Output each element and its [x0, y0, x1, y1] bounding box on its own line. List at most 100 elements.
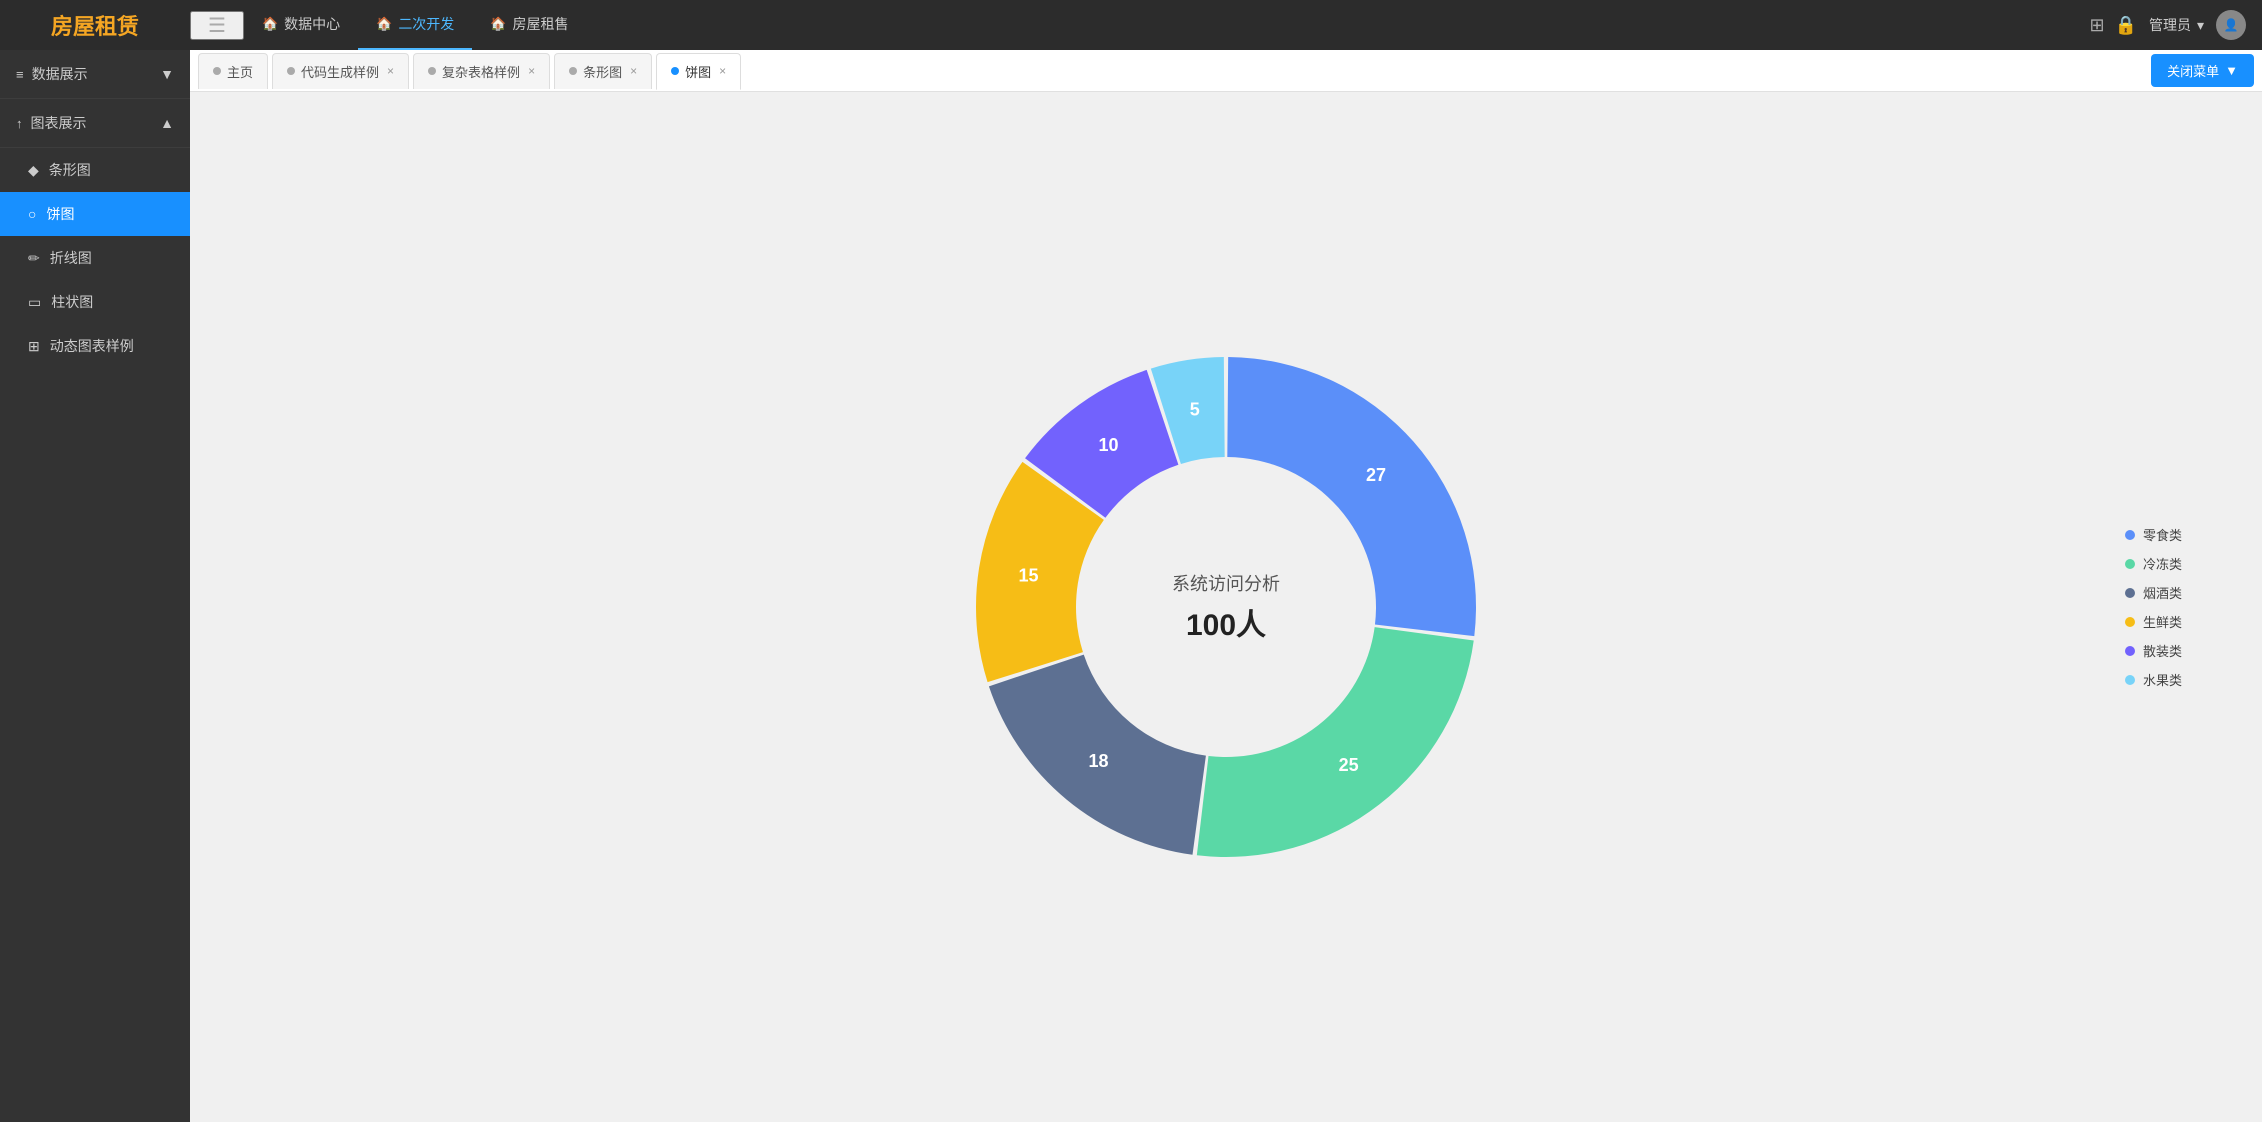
legend-item-3: 生鲜类	[2125, 612, 2182, 631]
legend-label-1: 冷冻类	[2143, 554, 2182, 573]
tab-item-code-gen[interactable]: 代码生成样例 ×	[272, 53, 409, 89]
top-nav-tab-data-center[interactable]: 🏠 数据中心	[244, 0, 358, 50]
nav-tab-label-house-rent: 房屋租售	[513, 14, 569, 34]
legend-label-5: 水果类	[2143, 670, 2182, 689]
tab-close-complex-table[interactable]: ×	[528, 64, 535, 78]
sidebar: ≡ 数据展示 ▼ ↑ 图表展示 ▲ ◆ 条形图 ○ 饼图 ✏ 折线图 ▭ 柱状图…	[0, 50, 190, 1122]
tab-item-complex-table[interactable]: 复杂表格样例 ×	[413, 53, 550, 89]
sidebar-group-label-text-chart-display: 图表展示	[31, 113, 87, 133]
top-icons: ⊞ 🔒	[2089, 15, 2137, 36]
tab-label-home: 主页	[227, 62, 253, 81]
top-nav-tab-house-rent[interactable]: 🏠 房屋租售	[472, 0, 586, 50]
donut-label-2: 18	[1088, 751, 1108, 771]
donut-label-4: 10	[1098, 435, 1118, 455]
sidebar-item-icon-bar-chart2: ▭	[28, 294, 41, 311]
tab-dot-home	[213, 67, 221, 75]
tab-close-bar-chart[interactable]: ×	[630, 64, 637, 78]
top-nav: 房屋租赁 ☰ 🏠 数据中心 🏠 二次开发 🏠 房屋租售 ⊞ 🔒 管理员 ▾ 👤	[0, 0, 2262, 50]
nav-tab-label-data-center: 数据中心	[284, 14, 340, 34]
tab-dot-pie-chart	[671, 67, 679, 75]
legend-dot-5	[2125, 675, 2135, 685]
legend-item-1: 冷冻类	[2125, 554, 2182, 573]
nav-tab-label-second-dev: 二次开发	[398, 14, 454, 34]
sidebar-item-dynamic-chart[interactable]: ⊞ 动态图表样例	[0, 324, 190, 368]
tab-label-code-gen: 代码生成样例	[301, 62, 379, 81]
sidebar-item-icon-dynamic-chart: ⊞	[28, 338, 40, 355]
sidebar-group-data-display[interactable]: ≡ 数据展示 ▼	[0, 50, 190, 99]
nav-tab-icon-second-dev: 🏠	[376, 16, 392, 32]
hamburger-button[interactable]: ☰	[190, 11, 244, 40]
sidebar-group-chart-display[interactable]: ↑ 图表展示 ▲	[0, 99, 190, 148]
top-nav-tab-second-dev[interactable]: 🏠 二次开发	[358, 0, 472, 50]
tab-item-home[interactable]: 主页	[198, 53, 268, 89]
legend-label-2: 烟酒类	[2143, 583, 2182, 602]
sidebar-group-arrow-data-display: ▼	[160, 66, 174, 82]
sidebar-item-bar-chart2[interactable]: ▭ 柱状图	[0, 280, 190, 324]
donut-label-3: 15	[1018, 566, 1038, 586]
sidebar-group-label-text-data-display: 数据展示	[32, 64, 88, 84]
sidebar-item-bar-chart[interactable]: ◆ 条形图	[0, 148, 190, 192]
chart-legend: 零食类 冷冻类 烟酒类 生鲜类 散装类 水果类	[2125, 525, 2182, 689]
sidebar-item-icon-line-chart: ✏	[28, 250, 40, 267]
tab-close-pie-chart[interactable]: ×	[719, 64, 726, 78]
sidebar-group-icon-data-display: ≡	[16, 67, 24, 82]
nav-tab-icon-data-center: 🏠	[262, 16, 278, 32]
legend-dot-1	[2125, 559, 2135, 569]
admin-arrow-icon: ▾	[2197, 17, 2204, 34]
sidebar-group-arrow-chart-display: ▲	[160, 115, 174, 131]
sidebar-item-label-dynamic-chart: 动态图表样例	[50, 336, 134, 356]
sidebar-item-icon-pie-chart: ○	[28, 206, 36, 222]
sidebar-group-icon-chart-display: ↑	[16, 116, 23, 131]
donut-segment-1	[1197, 627, 1474, 857]
sidebar-item-label-bar-chart: 条形图	[49, 160, 91, 180]
admin-button[interactable]: 管理员 ▾	[2149, 15, 2204, 35]
sidebar-item-icon-bar-chart: ◆	[28, 162, 39, 179]
legend-dot-0	[2125, 530, 2135, 540]
tab-close-code-gen[interactable]: ×	[387, 64, 394, 78]
logo-text: 房屋租赁	[51, 9, 139, 41]
legend-label-3: 生鲜类	[2143, 612, 2182, 631]
chart-container: 27251815105 系统访问分析 100人	[946, 327, 1506, 887]
tab-label-pie-chart: 饼图	[685, 62, 711, 81]
donut-label-5: 5	[1190, 399, 1200, 419]
top-nav-tabs: 🏠 数据中心 🏠 二次开发 🏠 房屋租售	[244, 0, 2090, 50]
legend-dot-3	[2125, 617, 2135, 627]
donut-label-0: 27	[1366, 465, 1386, 485]
tab-dot-bar-chart	[569, 67, 577, 75]
logo-area: 房屋租赁	[0, 0, 190, 50]
tabs-bar: 主页 代码生成样例 × 复杂表格样例 × 条形图 × 饼图 × 关闭菜单 ▼	[190, 50, 2262, 92]
lock-icon[interactable]: 🔒	[2115, 15, 2137, 36]
legend-dot-2	[2125, 588, 2135, 598]
legend-item-0: 零食类	[2125, 525, 2182, 544]
donut-chart-svg: 27 25 18 15 10 5	[946, 327, 1506, 887]
close-menu-label: 关闭菜单	[2167, 61, 2219, 80]
content-area: 主页 代码生成样例 × 复杂表格样例 × 条形图 × 饼图 × 关闭菜单 ▼ 27…	[190, 50, 2262, 1122]
legend-item-5: 水果类	[2125, 670, 2182, 689]
hamburger-icon: ☰	[208, 13, 226, 38]
top-right-area: ⊞ 🔒 管理员 ▾ 👤	[2089, 10, 2262, 40]
sidebar-item-line-chart[interactable]: ✏ 折线图	[0, 236, 190, 280]
grid-icon[interactable]: ⊞	[2089, 15, 2104, 36]
tab-label-complex-table: 复杂表格样例	[442, 62, 520, 81]
donut-segment-0	[1227, 357, 1476, 636]
legend-label-0: 零食类	[2143, 525, 2182, 544]
close-menu-button[interactable]: 关闭菜单 ▼	[2151, 54, 2254, 87]
sidebar-item-pie-chart[interactable]: ○ 饼图	[0, 192, 190, 236]
nav-tab-icon-house-rent: 🏠	[490, 16, 506, 32]
tab-dot-code-gen	[287, 67, 295, 75]
close-menu-arrow-icon: ▼	[2225, 63, 2238, 78]
main-layout: ≡ 数据展示 ▼ ↑ 图表展示 ▲ ◆ 条形图 ○ 饼图 ✏ 折线图 ▭ 柱状图…	[0, 50, 2262, 1122]
tab-item-bar-chart[interactable]: 条形图 ×	[554, 53, 652, 89]
legend-dot-4	[2125, 646, 2135, 656]
sidebar-item-label-line-chart: 折线图	[50, 248, 92, 268]
chart-area: 27251815105 系统访问分析 100人 零食类 冷冻类 烟酒类 生鲜类 …	[190, 92, 2262, 1122]
donut-label-1: 25	[1339, 755, 1359, 775]
admin-label: 管理员	[2149, 15, 2191, 35]
avatar[interactable]: 👤	[2216, 10, 2246, 40]
tab-label-bar-chart: 条形图	[583, 62, 622, 81]
tab-dot-complex-table	[428, 67, 436, 75]
tab-item-pie-chart[interactable]: 饼图 ×	[656, 53, 741, 90]
legend-label-4: 散装类	[2143, 641, 2182, 660]
legend-item-2: 烟酒类	[2125, 583, 2182, 602]
sidebar-item-label-bar-chart2: 柱状图	[51, 292, 93, 312]
